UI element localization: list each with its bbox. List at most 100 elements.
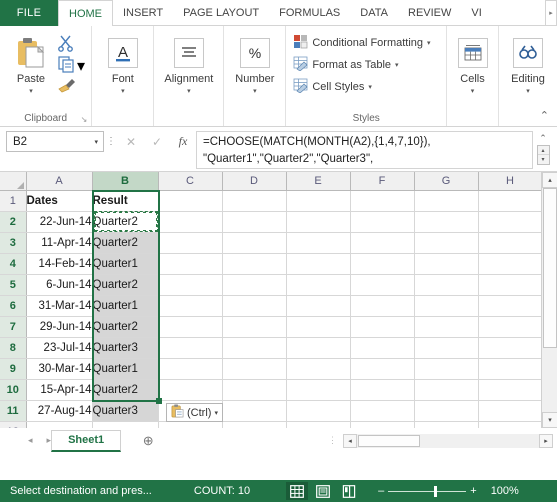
cell-F4[interactable] (350, 253, 415, 275)
cell-F7[interactable] (350, 316, 415, 338)
column-header-b[interactable]: B (92, 172, 159, 191)
row-header-5[interactable]: 5 (0, 274, 27, 296)
row-header-2[interactable]: 2 (0, 211, 27, 233)
cell-C6[interactable] (158, 295, 223, 317)
vertical-scrollbar[interactable]: ▴ ▾ (541, 172, 557, 428)
cell-H8[interactable] (478, 337, 543, 359)
cell-G10[interactable] (414, 379, 479, 401)
enter-formula-button[interactable]: ✓ (144, 131, 170, 152)
cell-C3[interactable] (158, 232, 223, 254)
cell-C9[interactable] (158, 358, 223, 380)
cell-H7[interactable] (478, 316, 543, 338)
cell-D12[interactable] (222, 421, 287, 428)
cell-D3[interactable] (222, 232, 287, 254)
page-layout-view-button[interactable] (312, 482, 334, 500)
cell-E2[interactable] (286, 211, 351, 233)
cell-H4[interactable] (478, 253, 543, 275)
cell-F8[interactable] (350, 337, 415, 359)
cell-G7[interactable] (414, 316, 479, 338)
paste-options-button[interactable]: (Ctrl) ▾ (166, 403, 223, 422)
cell-H6[interactable] (478, 295, 543, 317)
cell-E6[interactable] (286, 295, 351, 317)
ribbon-tabs-scroll-right-icon[interactable]: ▸ (545, 0, 557, 26)
page-break-view-button[interactable] (338, 482, 360, 500)
scroll-up-button[interactable]: ▴ (542, 172, 557, 188)
cell-E11[interactable] (286, 400, 351, 422)
cell-B1[interactable]: Result (92, 190, 159, 212)
copy-dropdown-arrow[interactable]: ▾ (77, 56, 85, 76)
cell-D7[interactable] (222, 316, 287, 338)
cell-F5[interactable] (350, 274, 415, 296)
cell-H12[interactable] (478, 421, 543, 428)
zoom-control[interactable]: – + (378, 485, 477, 497)
zoom-in-button[interactable]: + (470, 485, 476, 497)
horizontal-scrollbar-thumb[interactable] (358, 434, 420, 447)
cell-G9[interactable] (414, 358, 479, 380)
conditional-formatting-button[interactable]: Conditional Formatting ▾ (291, 33, 432, 53)
cell-D9[interactable] (222, 358, 287, 380)
cell-H5[interactable] (478, 274, 543, 296)
number-dropdown-arrow[interactable]: ▾ (253, 87, 257, 96)
horizontal-scrollbar[interactable]: ◂ ▸ (343, 433, 553, 448)
scroll-down-button[interactable]: ▾ (542, 412, 557, 428)
ribbon-tab-view[interactable]: VI (461, 0, 491, 26)
cell-G2[interactable] (414, 211, 479, 233)
conditional-formatting-arrow[interactable]: ▾ (427, 39, 431, 47)
ribbon-tab-review[interactable]: REVIEW (398, 0, 461, 26)
cell-C8[interactable] (158, 337, 223, 359)
cell-H3[interactable] (478, 232, 543, 254)
zoom-slider-handle[interactable] (434, 485, 438, 497)
column-header-d[interactable]: D (222, 172, 287, 191)
cell-E10[interactable] (286, 379, 351, 401)
cell-A7[interactable]: 29-Jun-14 (26, 316, 93, 338)
column-header-c[interactable]: C (158, 172, 223, 191)
cut-button[interactable] (57, 35, 85, 55)
cell-E5[interactable] (286, 274, 351, 296)
cell-F11[interactable] (350, 400, 415, 422)
scroll-split-grip[interactable]: ⋮ (328, 435, 337, 446)
ribbon-tab-insert[interactable]: INSERT (113, 0, 173, 26)
cell-F3[interactable] (350, 232, 415, 254)
cell-B9[interactable]: Quarter1 (92, 358, 159, 380)
cell-E4[interactable] (286, 253, 351, 275)
formula-bar-spin-up-icon[interactable]: ▴ (537, 146, 549, 155)
cell-E8[interactable] (286, 337, 351, 359)
cell-D2[interactable] (222, 211, 287, 233)
cell-C4[interactable] (158, 253, 223, 275)
cell-B2[interactable]: Quarter2 (92, 211, 159, 233)
worksheet-grid[interactable]: A B C D E F G H 1 Dates Result 2 22-Jun-… (0, 172, 557, 428)
cell-D5[interactable] (222, 274, 287, 296)
cell-B5[interactable]: Quarter2 (92, 274, 159, 296)
clipboard-dialog-launcher-icon[interactable]: ↘ (81, 115, 88, 124)
row-header-11[interactable]: 11 (0, 400, 27, 422)
row-header-9[interactable]: 9 (0, 358, 27, 380)
editing-dropdown-arrow[interactable]: ▾ (526, 87, 530, 96)
cell-G3[interactable] (414, 232, 479, 254)
cell-B8[interactable]: Quarter3 (92, 337, 159, 359)
editing-button[interactable]: Editing ▾ (504, 31, 552, 96)
cell-A11[interactable]: 27-Aug-14 (26, 400, 93, 422)
cell-D1[interactable] (222, 190, 287, 212)
cell-A8[interactable]: 23-Jul-14 (26, 337, 93, 359)
cell-H9[interactable] (478, 358, 543, 380)
format-as-table-button[interactable]: Format as Table ▾ (291, 55, 432, 75)
cell-H1[interactable] (478, 190, 543, 212)
row-header-12[interactable]: 12 (0, 421, 27, 428)
zoom-slider-track[interactable] (388, 485, 467, 497)
sheet-tab-sheet1[interactable]: Sheet1 (51, 429, 122, 452)
cell-C10[interactable] (158, 379, 223, 401)
cell-A1[interactable]: Dates (26, 190, 93, 212)
cell-B3[interactable]: Quarter2 (92, 232, 159, 254)
cell-C5[interactable] (158, 274, 223, 296)
row-header-4[interactable]: 4 (0, 253, 27, 275)
ribbon-tab-formulas[interactable]: FORMULAS (269, 0, 350, 26)
cell-G12[interactable] (414, 421, 479, 428)
cell-E12[interactable] (286, 421, 351, 428)
cell-E9[interactable] (286, 358, 351, 380)
cell-A3[interactable]: 11-Apr-14 (26, 232, 93, 254)
cell-D6[interactable] (222, 295, 287, 317)
cell-C12[interactable] (158, 421, 223, 428)
cell-F6[interactable] (350, 295, 415, 317)
cell-C1[interactable] (158, 190, 223, 212)
paste-options-arrow[interactable]: ▾ (214, 409, 218, 417)
